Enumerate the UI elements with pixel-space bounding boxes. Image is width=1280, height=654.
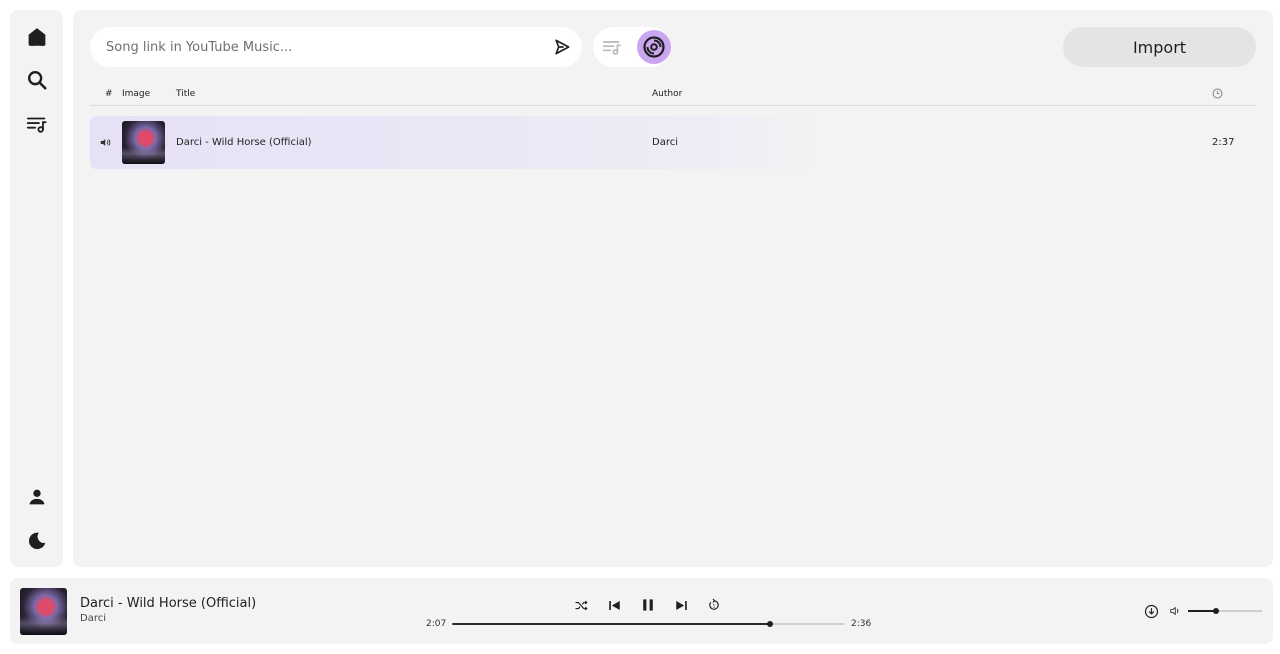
playlists-button[interactable] (21, 108, 53, 140)
disc-icon (643, 36, 665, 58)
disc-mode-button[interactable] (637, 30, 671, 64)
moon-icon (28, 532, 45, 550)
svg-text:1: 1 (713, 603, 716, 608)
speaker-icon (100, 139, 111, 146)
progress-bar[interactable] (452, 621, 845, 627)
skip-back-icon (608, 600, 620, 610)
shuffle-button[interactable] (571, 595, 591, 615)
volume-handle[interactable] (1213, 608, 1220, 614)
import-button[interactable]: Import (1063, 27, 1256, 67)
shuffle-icon (575, 600, 588, 610)
view-mode-toggle (593, 27, 671, 67)
track-thumbnail-cell (122, 116, 165, 169)
track-thumbnail (122, 121, 165, 164)
track-title: Darci - Wild Horse (Official) (176, 137, 312, 148)
repeat-button[interactable]: 1 (704, 595, 724, 615)
pause-button[interactable] (638, 595, 658, 615)
submit-link-button[interactable] (550, 35, 574, 59)
search-box (90, 27, 582, 67)
column-image: Image (122, 89, 151, 99)
total-time: 2:36 (851, 619, 872, 629)
volume-fill (1188, 610, 1217, 612)
track-author: Darci (652, 137, 678, 148)
column-author: Author (652, 89, 683, 99)
repeat-icon: 1 (709, 598, 719, 610)
column-duration (1212, 88, 1223, 102)
now-playing-thumbnail (20, 588, 67, 635)
now-playing-title: Darci - Wild Horse (Official) (80, 596, 257, 611)
table-header: # Image Title Author (90, 84, 1256, 106)
column-title: Title (176, 89, 196, 99)
current-time: 2:07 (426, 619, 447, 629)
song-link-input[interactable] (104, 27, 534, 67)
volume-slider[interactable] (1188, 608, 1262, 614)
track-duration: 2:37 (1212, 137, 1235, 148)
pause-icon (643, 599, 653, 611)
download-button[interactable] (1141, 601, 1161, 621)
column-number: # (105, 89, 113, 99)
clock-icon (1212, 88, 1223, 99)
user-icon (29, 489, 44, 505)
volume-icon (1170, 606, 1179, 616)
playlist-icon (602, 41, 621, 55)
playlist-mode-button[interactable] (599, 34, 625, 60)
player-bar: Darci - Wild Horse (Official) Darci 1 2:… (10, 578, 1273, 644)
home-button[interactable] (21, 21, 53, 53)
progress-handle[interactable] (767, 621, 774, 627)
volume-button[interactable] (1166, 601, 1186, 621)
send-icon (555, 39, 570, 55)
next-button[interactable] (671, 595, 691, 615)
previous-button[interactable] (604, 595, 624, 615)
progress-fill (452, 623, 771, 625)
skip-forward-icon (675, 600, 687, 610)
profile-button[interactable] (21, 481, 53, 513)
home-icon (28, 28, 45, 46)
table-row[interactable]: Darci - Wild Horse (Official) Darci 2:37 (90, 116, 1256, 169)
download-icon (1144, 604, 1158, 618)
now-playing-indicator (100, 116, 112, 169)
theme-toggle-button[interactable] (21, 525, 53, 557)
main-panel: Import # Image Title Author Darci - Wild… (73, 10, 1273, 567)
search-icon (27, 71, 47, 90)
playlist-icon (26, 117, 47, 133)
sidebar (10, 10, 63, 567)
now-playing-artist: Darci (80, 613, 106, 624)
search-button[interactable] (21, 64, 53, 96)
